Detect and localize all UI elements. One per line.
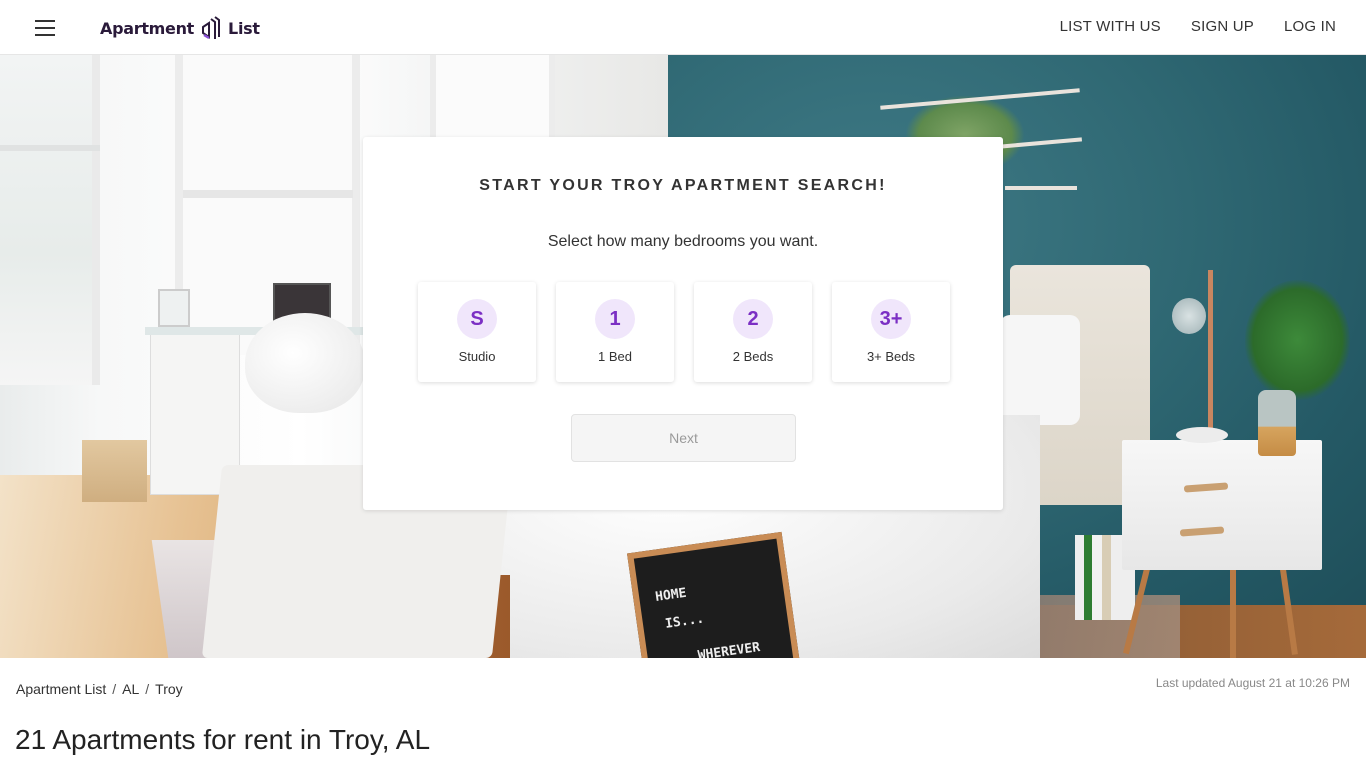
hero-nightstand <box>1122 440 1322 570</box>
hero-window-center <box>175 55 360 355</box>
search-card-subtitle: Select how many bedrooms you want. <box>547 233 819 250</box>
last-updated-text: Last updated August 21 at 10:26 PM <box>1155 676 1350 690</box>
letterboard-line: WHEREVER <box>696 640 762 658</box>
logo-text-right: List <box>228 18 260 38</box>
hero-chair <box>245 313 365 413</box>
letterboard-line: HOME <box>654 585 688 605</box>
drawer-handle <box>1179 526 1225 537</box>
hero-letterboard: HOME IS... WHEREVER <box>627 531 801 658</box>
page-title: 21 Apartments for rent in Troy, AL <box>15 724 431 755</box>
logo-text-left: Apartment <box>100 18 195 38</box>
bedroom-option-label: Studio <box>458 349 496 364</box>
bedroom-option-2-beds[interactable]: 2 2 Beds <box>694 282 812 382</box>
next-button[interactable]: Next <box>571 414 796 462</box>
top-nav: LIST WITH US SIGN UP LOG IN <box>1060 18 1336 35</box>
apartment-list-logo[interactable]: Apartment List <box>100 14 260 42</box>
site-header: Apartment List LIST WITH US SIGN UP LOG … <box>0 0 1366 55</box>
bedroom-option-3-plus-beds[interactable]: 3+ 3+ Beds <box>832 282 950 382</box>
letterboard-line: IS... <box>664 611 706 632</box>
bedroom-badge-icon: 1 <box>595 299 635 339</box>
bedroom-option-1-bed[interactable]: 1 1 Bed <box>556 282 674 382</box>
breadcrumb-apartment-list[interactable]: Apartment List <box>16 681 106 697</box>
bedroom-option-label: 3+ Beds <box>866 349 916 364</box>
hero-window-left <box>0 55 100 385</box>
nav-log-in[interactable]: LOG IN <box>1284 18 1336 35</box>
hero-ladder-rail <box>1005 186 1077 190</box>
nav-sign-up[interactable]: SIGN UP <box>1191 18 1254 35</box>
hero-pillow <box>1000 315 1080 425</box>
menu-line <box>35 27 55 29</box>
menu-line <box>35 20 55 22</box>
apartment-search-card: START YOUR TROY APARTMENT SEARCH! Select… <box>363 137 1003 510</box>
bedroom-badge-icon: S <box>457 299 497 339</box>
search-card-title: START YOUR TROY APARTMENT SEARCH! <box>479 177 887 194</box>
bedroom-option-label: 2 Beds <box>732 349 774 364</box>
apartment-list-logo-icon <box>202 16 221 40</box>
hero-lamp-base <box>1176 427 1228 443</box>
hamburger-menu-icon[interactable] <box>35 20 55 36</box>
hero-picture-frame <box>158 289 190 327</box>
hero-vase <box>1258 390 1296 456</box>
breadcrumb-separator: / <box>145 681 150 697</box>
hero-nightstand-leg <box>1230 560 1236 658</box>
hero-plant <box>1245 280 1350 400</box>
bedroom-option-studio[interactable]: S Studio <box>418 282 536 382</box>
breadcrumb-separator: / <box>112 681 117 697</box>
breadcrumb: Apartment List / AL / Troy <box>16 681 183 697</box>
bedroom-options: S Studio 1 1 Bed 2 2 Beds 3+ 3+ Beds <box>418 282 950 382</box>
bedroom-badge-icon: 2 <box>733 299 773 339</box>
bedroom-option-label: 1 Bed <box>598 349 632 364</box>
breadcrumb-al[interactable]: AL <box>122 681 139 697</box>
hero-lamp-pole <box>1208 270 1213 435</box>
nav-list-with-us[interactable]: LIST WITH US <box>1060 18 1161 35</box>
hero-basket <box>82 440 147 502</box>
hero-window-right <box>430 55 555 140</box>
bedroom-badge-icon: 3+ <box>871 299 911 339</box>
hero-lamp-bulb <box>1172 298 1206 334</box>
menu-line <box>35 34 55 36</box>
drawer-handle <box>1183 482 1229 493</box>
breadcrumb-troy[interactable]: Troy <box>155 681 182 697</box>
